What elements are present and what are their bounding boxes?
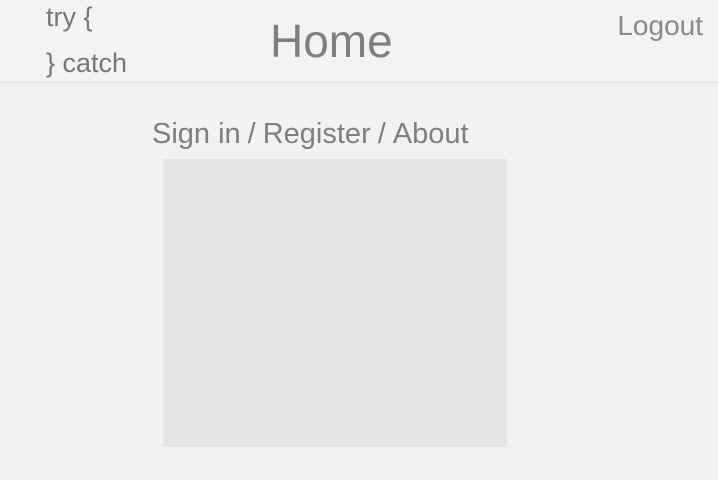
about-link[interactable]: About (393, 118, 469, 150)
logout-link[interactable]: Logout (617, 6, 703, 46)
sign-in-link[interactable]: Sign in (152, 118, 241, 150)
logo-line-1: try { (46, 2, 93, 32)
header: try { } catch Home Logout (0, 0, 718, 83)
page-title: Home (270, 15, 393, 67)
register-link[interactable]: Register (263, 118, 371, 150)
nav-separator: / (247, 118, 256, 150)
nav-separator: / (377, 118, 386, 150)
logo[interactable]: try { } catch (46, 0, 166, 82)
logo-line-2: } catch (46, 48, 128, 78)
auth-nav: Sign in / Register / About (152, 114, 469, 154)
content-panel (163, 159, 507, 447)
